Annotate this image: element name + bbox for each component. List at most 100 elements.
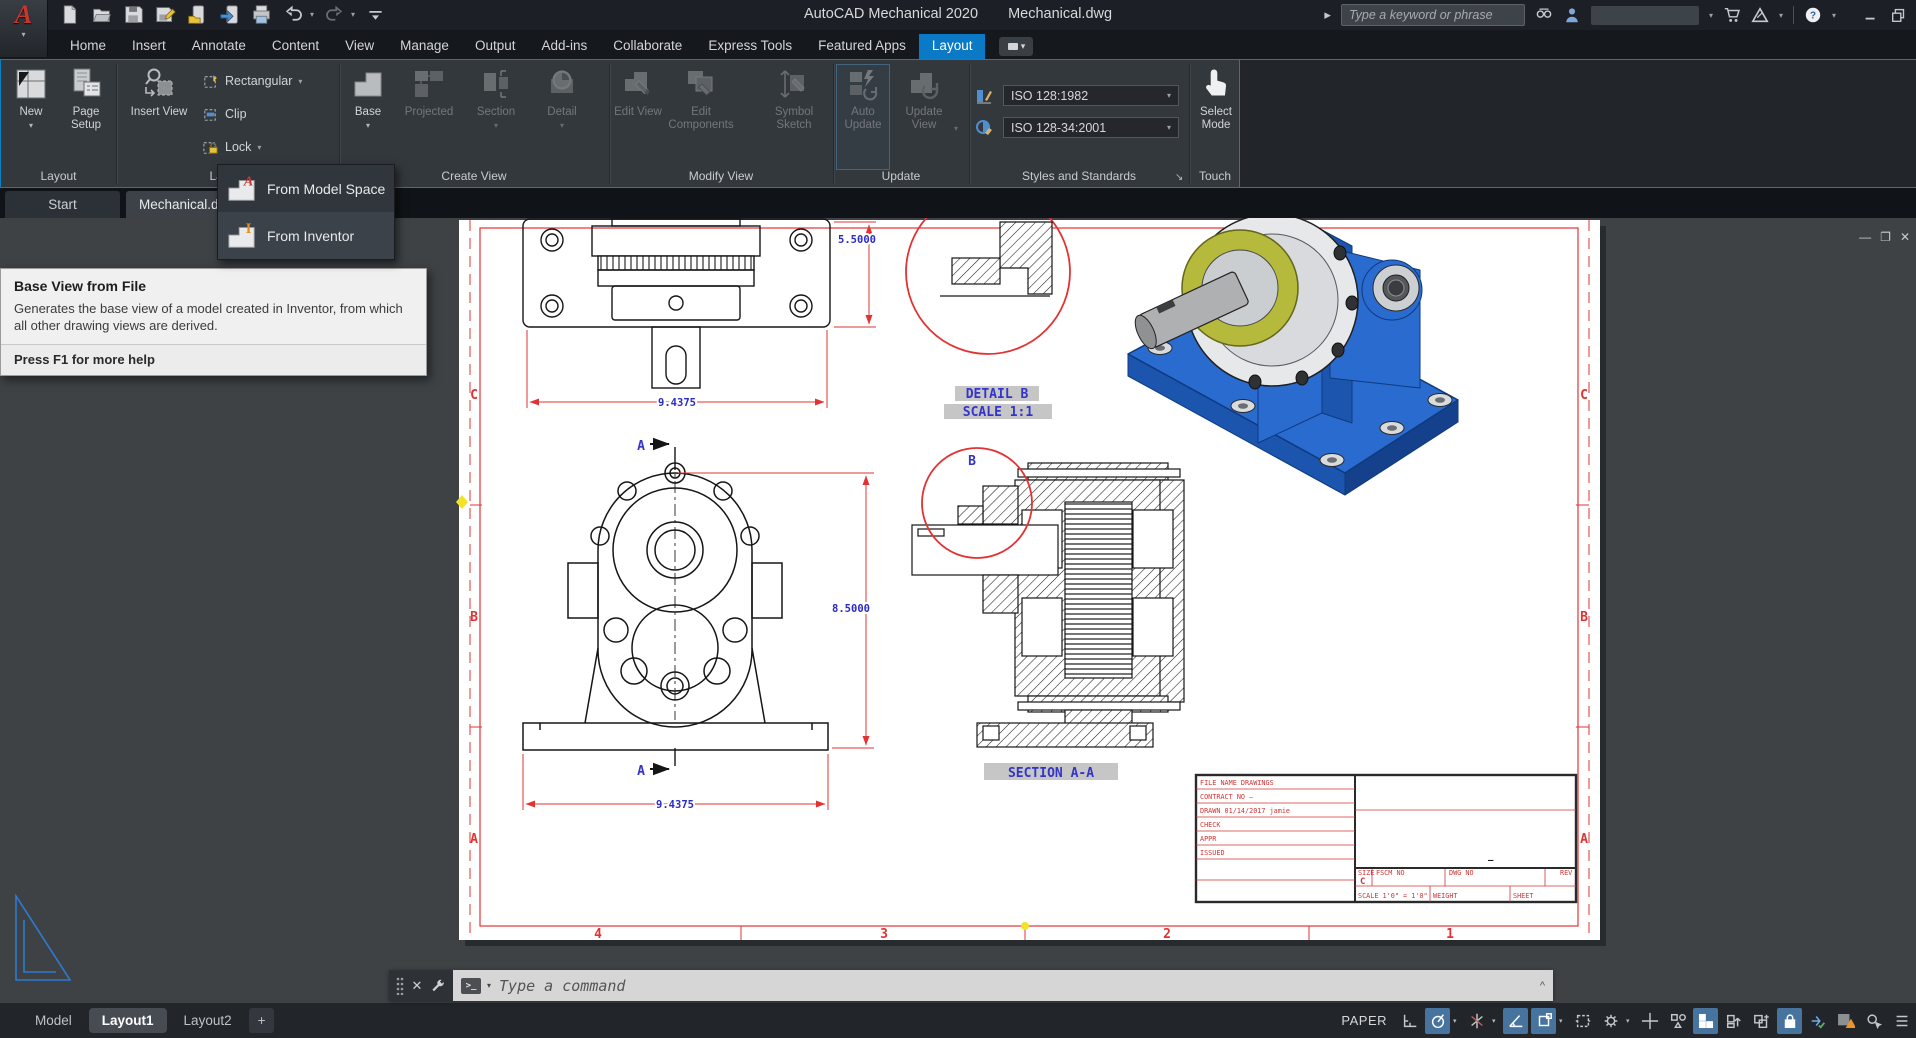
model-tab[interactable]: Model xyxy=(22,1008,85,1033)
customize-wrench-icon[interactable] xyxy=(430,978,446,994)
layout2-tab[interactable]: Layout2 xyxy=(171,1008,245,1033)
title-block[interactable]: FILE NAME DRAWINGS CONTRACT NO — DRAWN 0… xyxy=(1196,775,1576,902)
tab-view[interactable]: View xyxy=(332,34,387,59)
update-view-button[interactable]: Update View ▾ xyxy=(897,65,951,131)
graphics-warning-icon[interactable] xyxy=(1833,1008,1858,1034)
tab-featured-apps[interactable]: Featured Apps xyxy=(805,34,919,59)
command-input-area[interactable]: >_ ▾ ^ xyxy=(453,970,1553,1001)
undo-dropdown-icon[interactable]: ▾ xyxy=(310,10,314,19)
autodesk-dropdown-icon[interactable]: ▾ xyxy=(1779,11,1783,20)
doc-restore-icon[interactable]: ❐ xyxy=(1880,230,1891,244)
search-icon[interactable] xyxy=(1535,6,1553,24)
base-view-button[interactable]: Base▾ xyxy=(343,65,393,130)
tab-collaborate[interactable]: Collaborate xyxy=(600,34,695,59)
help-dropdown-icon[interactable]: ▾ xyxy=(1832,11,1836,20)
open-from-mobile-icon[interactable] xyxy=(186,3,209,26)
polar-tracking-icon[interactable] xyxy=(1425,1008,1450,1034)
paper-space-label[interactable]: PAPER xyxy=(1341,1013,1387,1028)
new-layout-button[interactable]: New▾ xyxy=(7,65,55,130)
tab-add-ins[interactable]: Add-ins xyxy=(528,34,600,59)
tab-annotate[interactable]: Annotate xyxy=(179,34,259,59)
panel-title-modify-view[interactable]: Modify View xyxy=(609,169,833,183)
new-layout-tab-button[interactable]: + xyxy=(249,1008,275,1033)
save-to-mobile-icon[interactable] xyxy=(218,3,241,26)
surface-standard-select[interactable]: ISO 128-34:2001▾ xyxy=(1003,117,1179,138)
tab-express-tools[interactable]: Express Tools xyxy=(695,34,805,59)
restore-window-icon[interactable] xyxy=(1890,6,1908,24)
panel-title-styles-standards[interactable]: Styles and Standards xyxy=(969,169,1189,183)
drag-handle-icon[interactable] xyxy=(396,977,404,995)
new-file-icon[interactable] xyxy=(58,3,81,26)
dimension-standard-select[interactable]: ISO 128:1982▾ xyxy=(1003,85,1179,106)
crosshair-icon[interactable] xyxy=(1637,1008,1662,1034)
search-expand-icon[interactable]: ▸ xyxy=(1324,7,1331,23)
close-command-bar-icon[interactable]: ✕ xyxy=(412,978,423,994)
recent-commands-icon[interactable]: ▾ xyxy=(487,981,491,990)
account-dropdown-icon[interactable]: ▾ xyxy=(1709,11,1713,20)
application-menu-button[interactable]: A ▾ xyxy=(0,0,48,57)
account-name-box[interactable] xyxy=(1591,6,1699,25)
app-store-cart-icon[interactable] xyxy=(1723,6,1741,24)
lock-viewport-button[interactable]: Lock▾ xyxy=(202,134,261,160)
isodraft-dropdown-icon[interactable]: ▾ xyxy=(1492,1017,1500,1025)
tab-manage[interactable]: Manage xyxy=(387,34,462,59)
tab-home[interactable]: Home xyxy=(57,34,119,59)
graphics-performance-icon[interactable] xyxy=(1805,1008,1830,1034)
auto-update-button[interactable]: Auto Update xyxy=(837,65,889,169)
object-snap-icon[interactable] xyxy=(1531,1008,1556,1034)
autodesk-logo-icon[interactable] xyxy=(1751,6,1769,24)
polar-dropdown-icon[interactable]: ▾ xyxy=(1453,1017,1461,1025)
save-icon[interactable] xyxy=(122,3,145,26)
doc-minimize-icon[interactable]: — xyxy=(1859,230,1871,244)
menu-item-from-inventor[interactable]: I From Inventor xyxy=(218,212,394,259)
tab-insert[interactable]: Insert xyxy=(119,34,179,59)
open-file-icon[interactable] xyxy=(90,3,113,26)
styles-panel-launcher-icon[interactable]: ↘ xyxy=(1175,172,1183,183)
grid-mode-icon[interactable] xyxy=(1397,1008,1422,1034)
symbol-sketch-button[interactable]: Symbol Sketch xyxy=(765,65,823,131)
ribbon-display-toggle[interactable]: ▾ xyxy=(999,37,1033,56)
detail-view-button[interactable]: Detail▾ xyxy=(533,65,591,130)
select-mode-button[interactable]: Select Mode xyxy=(1193,65,1239,131)
plot-icon[interactable] xyxy=(250,3,273,26)
overflow-menu-icon[interactable] xyxy=(1889,1008,1914,1034)
edit-components-button[interactable]: Edit Components xyxy=(665,65,737,131)
tab-layout[interactable]: Layout xyxy=(919,34,986,59)
command-input[interactable] xyxy=(497,976,1534,996)
doc-close-icon[interactable]: ✕ xyxy=(1900,230,1910,244)
annotation-visibility-icon[interactable] xyxy=(1665,1008,1690,1034)
qat-customize-icon[interactable] xyxy=(364,3,387,26)
redo-dropdown-icon[interactable]: ▾ xyxy=(351,10,355,19)
grip-marker[interactable] xyxy=(1021,922,1029,930)
tab-content[interactable]: Content xyxy=(259,34,332,59)
osnap-tracking-icon[interactable] xyxy=(1503,1008,1528,1034)
panel-title-touch[interactable]: Touch xyxy=(1189,169,1241,183)
settings-dropdown-icon[interactable]: ▾ xyxy=(1626,1017,1634,1025)
help-icon[interactable]: ? xyxy=(1804,6,1822,24)
file-tab-start[interactable]: Start xyxy=(5,191,120,218)
sign-in-icon[interactable] xyxy=(1563,6,1581,24)
page-setup-button[interactable]: Page Setup xyxy=(59,65,113,131)
search-input[interactable] xyxy=(1341,4,1525,26)
lock-ui-icon[interactable] xyxy=(1777,1008,1802,1034)
panel-title-update[interactable]: Update xyxy=(833,169,969,183)
annotation-scale-add-icon[interactable] xyxy=(1749,1008,1774,1034)
redo-icon[interactable] xyxy=(323,3,346,26)
undo-icon[interactable] xyxy=(282,3,305,26)
insert-view-button[interactable]: Insert View xyxy=(123,65,195,119)
isolate-objects-icon[interactable] xyxy=(1861,1008,1886,1034)
save-as-icon[interactable] xyxy=(154,3,177,26)
edit-view-button[interactable]: Edit View xyxy=(613,65,663,119)
minimize-window-icon[interactable] xyxy=(1862,6,1880,24)
command-bar-grip[interactable]: ✕ xyxy=(389,970,453,1001)
rectangular-viewport-button[interactable]: Rectangular▾ xyxy=(202,68,302,94)
clip-viewport-button[interactable]: Clip xyxy=(202,101,247,127)
menu-item-from-model-space[interactable]: A From Model Space xyxy=(218,165,394,212)
selection-cycling-icon[interactable] xyxy=(1570,1008,1595,1034)
command-history-expand-icon[interactable]: ^ xyxy=(1540,980,1545,992)
section-view-button[interactable]: Section▾ xyxy=(465,65,527,130)
projected-view-button[interactable]: Projected xyxy=(397,65,461,119)
isodraft-icon[interactable] xyxy=(1464,1008,1489,1034)
annotation-autoscale-icon[interactable] xyxy=(1721,1008,1746,1034)
workspace-switching-icon[interactable] xyxy=(1693,1008,1718,1034)
